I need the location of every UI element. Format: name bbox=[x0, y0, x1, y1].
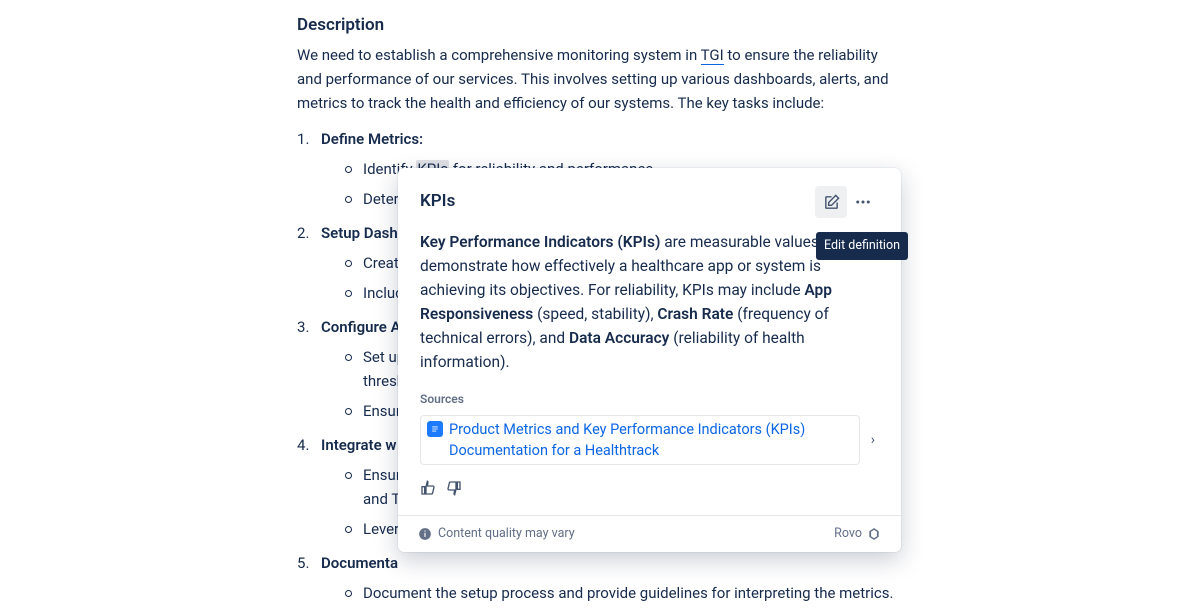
task-item: Documenta Document the setup process and… bbox=[297, 551, 897, 609]
description-heading: Description bbox=[297, 12, 897, 39]
definition-popover: KPIs Edit definition Key Performance Ind… bbox=[398, 168, 901, 552]
quality-notice: Content quality may vary bbox=[438, 524, 575, 544]
more-horizontal-icon bbox=[854, 193, 872, 211]
term-bold: Data Accuracy bbox=[569, 329, 669, 347]
more-actions-button[interactable] bbox=[847, 186, 879, 218]
popover-footer: Content quality may vary Rovo bbox=[398, 515, 901, 552]
popover-header: KPIs bbox=[398, 168, 901, 224]
source-row: Product Metrics and Key Performance Indi… bbox=[398, 413, 901, 471]
feedback-row bbox=[398, 471, 901, 515]
task-title: Configure A bbox=[321, 318, 401, 336]
desc-text-pre: We need to establish a comprehensive mon… bbox=[297, 46, 701, 64]
thumbs-down-button[interactable] bbox=[446, 479, 462, 503]
edit-definition-button[interactable] bbox=[815, 186, 847, 218]
task-title: Integrate w bbox=[321, 436, 396, 454]
info-icon bbox=[418, 527, 432, 541]
rovo-label: Rovo bbox=[834, 524, 862, 544]
rovo-icon bbox=[867, 527, 881, 541]
list-item: Document the setup process and provide g… bbox=[345, 581, 897, 605]
chevron-right-icon[interactable]: › bbox=[871, 429, 879, 451]
document-icon bbox=[427, 421, 443, 437]
task-title: Setup Dash bbox=[321, 224, 398, 242]
thumbs-down-icon bbox=[446, 480, 462, 496]
term-bold: Crash Rate bbox=[657, 305, 733, 323]
term-bold: Key Performance Indicators (KPIs) bbox=[420, 233, 660, 251]
description-paragraph: We need to establish a comprehensive mon… bbox=[297, 43, 897, 115]
edit-definition-tooltip: Edit definition bbox=[816, 232, 908, 260]
source-link[interactable]: Product Metrics and Key Performance Indi… bbox=[449, 419, 853, 461]
rovo-brand: Rovo bbox=[834, 524, 881, 544]
sources-label: Sources bbox=[398, 384, 901, 413]
glossary-term-tgi[interactable]: TGI bbox=[701, 46, 724, 65]
task-title: Define Metrics: bbox=[321, 130, 423, 148]
task-subitems: Document the setup process and provide g… bbox=[321, 581, 897, 609]
thumbs-up-button[interactable] bbox=[420, 479, 436, 503]
edit-icon bbox=[823, 194, 840, 211]
thumbs-up-icon bbox=[420, 480, 436, 496]
task-title: Documenta bbox=[321, 554, 398, 572]
source-chip[interactable]: Product Metrics and Key Performance Indi… bbox=[420, 415, 860, 465]
popover-title: KPIs bbox=[420, 188, 815, 215]
text-fragment: (speed, stability), bbox=[533, 305, 657, 323]
